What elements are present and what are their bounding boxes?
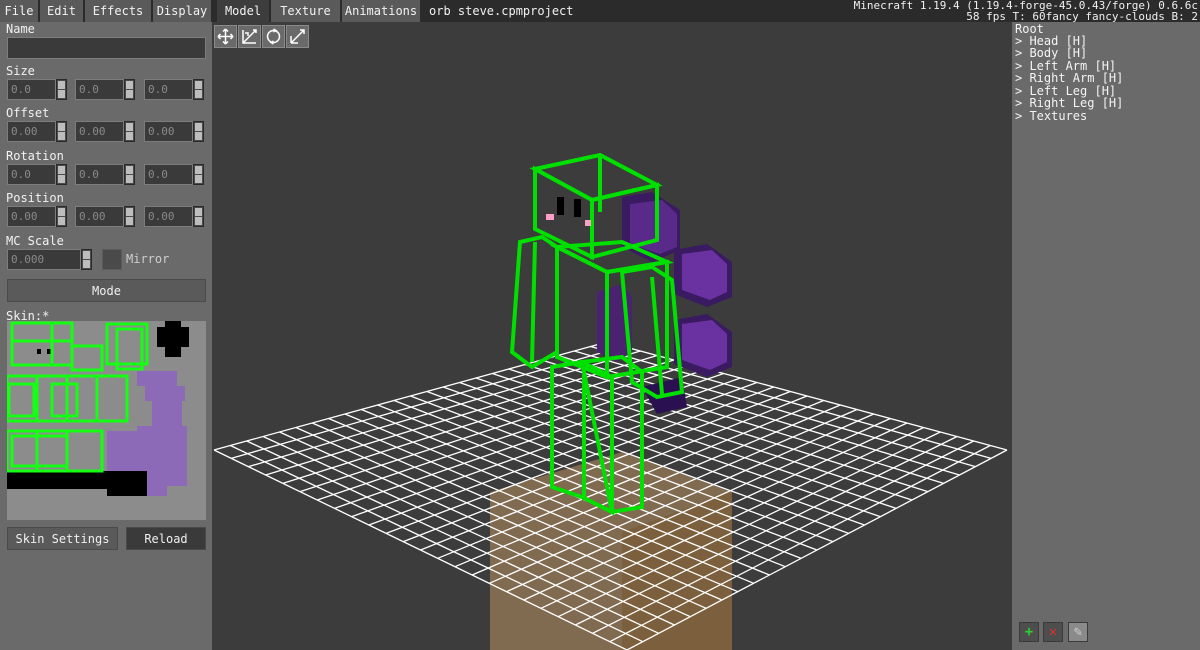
tree-item-textures[interactable]: > Textures xyxy=(1015,109,1087,123)
offset-y-input[interactable]: 0.00 xyxy=(75,121,124,142)
add-icon[interactable]: + xyxy=(1019,622,1039,642)
reload-button[interactable]: Reload xyxy=(126,527,206,550)
rotation-z-stepper[interactable] xyxy=(193,164,204,185)
size-y-stepper[interactable] xyxy=(124,79,135,100)
project-title: orb steve.cpmproject xyxy=(429,4,574,18)
mc-scale-label: MC Scale xyxy=(6,234,64,248)
menu-effects[interactable]: Effects xyxy=(85,0,151,22)
size-z-input[interactable]: 0.0 xyxy=(144,79,193,100)
offset-label: Offset xyxy=(6,106,50,120)
size-glyph xyxy=(290,29,305,44)
edit-icon[interactable]: ✎ xyxy=(1068,622,1088,642)
size-x-input[interactable]: 0.0 xyxy=(7,79,56,100)
menu-bar: File Edit Effects Display Model Texture … xyxy=(0,0,1200,22)
position-z-input[interactable]: 0.00 xyxy=(144,206,193,227)
size-icon[interactable] xyxy=(286,25,309,48)
rotation-label: Rotation xyxy=(6,149,64,163)
size-z-stepper[interactable] xyxy=(193,79,204,100)
offset-x-input[interactable]: 0.00 xyxy=(7,121,56,142)
menu-file[interactable]: File xyxy=(0,0,38,22)
position-y-input[interactable]: 0.00 xyxy=(75,206,124,227)
offset-y-stepper[interactable] xyxy=(124,121,135,142)
mirror-label: Mirror xyxy=(126,252,170,266)
menu-edit[interactable]: Edit xyxy=(40,0,83,22)
mc-scale-stepper[interactable] xyxy=(81,249,92,270)
position-label: Position xyxy=(6,191,64,205)
tree-item-right-leg[interactable]: > Right Leg [H] xyxy=(1015,96,1123,110)
delete-icon[interactable]: ✕ xyxy=(1043,622,1063,642)
offset-x-stepper[interactable] xyxy=(56,121,67,142)
scale-glyph xyxy=(242,29,257,44)
position-x-stepper[interactable] xyxy=(56,206,67,227)
model-tree-panel: Root > Head [H] > Body [H] > Left Arm [H… xyxy=(1012,22,1200,650)
version-info: Minecraft 1.19.4 (1.19.4-forge-45.0.43/f… xyxy=(854,0,1198,22)
tab-model[interactable]: Model xyxy=(217,0,269,22)
size-label: Size xyxy=(6,64,35,78)
rotation-x-stepper[interactable] xyxy=(56,164,67,185)
rotate-glyph xyxy=(266,28,281,45)
rotate-icon[interactable] xyxy=(262,25,285,48)
rotation-z-input[interactable]: 0.0 xyxy=(144,164,193,185)
model-viewport[interactable] xyxy=(212,22,1012,650)
skin-preview[interactable] xyxy=(7,321,206,520)
name-label: Name xyxy=(6,22,35,36)
tab-texture[interactable]: Texture xyxy=(271,0,340,22)
properties-panel: Name Size 0.0 0.0 0.0 Offset 0.00 0.00 0… xyxy=(0,22,212,650)
viewport-canvas[interactable] xyxy=(212,22,1012,650)
mirror-checkbox[interactable] xyxy=(102,249,122,270)
skin-settings-button[interactable]: Skin Settings xyxy=(7,527,118,550)
fps-line: 58 fps T: 60fancy fancy-clouds B: 2 xyxy=(966,10,1198,23)
offset-z-input[interactable]: 0.00 xyxy=(144,121,193,142)
position-z-stepper[interactable] xyxy=(193,206,204,227)
size-x-stepper[interactable] xyxy=(56,79,67,100)
rotation-y-input[interactable]: 0.0 xyxy=(75,164,124,185)
mode-button[interactable]: Mode xyxy=(7,279,206,302)
tab-animations[interactable]: Animations xyxy=(342,0,420,22)
tree-item-right-arm[interactable]: > Right Arm [H] xyxy=(1015,71,1123,85)
scale-icon[interactable] xyxy=(238,25,261,48)
menu-display[interactable]: Display xyxy=(153,0,211,22)
size-y-input[interactable]: 0.0 xyxy=(75,79,124,100)
name-input[interactable] xyxy=(7,37,206,59)
mc-scale-input[interactable]: 0.000 xyxy=(7,249,81,270)
rotation-x-input[interactable]: 0.0 xyxy=(7,164,56,185)
move-glyph xyxy=(217,28,234,45)
offset-z-stepper[interactable] xyxy=(193,121,204,142)
rotation-y-stepper[interactable] xyxy=(124,164,135,185)
position-x-input[interactable]: 0.00 xyxy=(7,206,56,227)
move-icon[interactable] xyxy=(214,25,237,48)
tree-item-body[interactable]: > Body [H] xyxy=(1015,46,1087,60)
position-y-stepper[interactable] xyxy=(124,206,135,227)
